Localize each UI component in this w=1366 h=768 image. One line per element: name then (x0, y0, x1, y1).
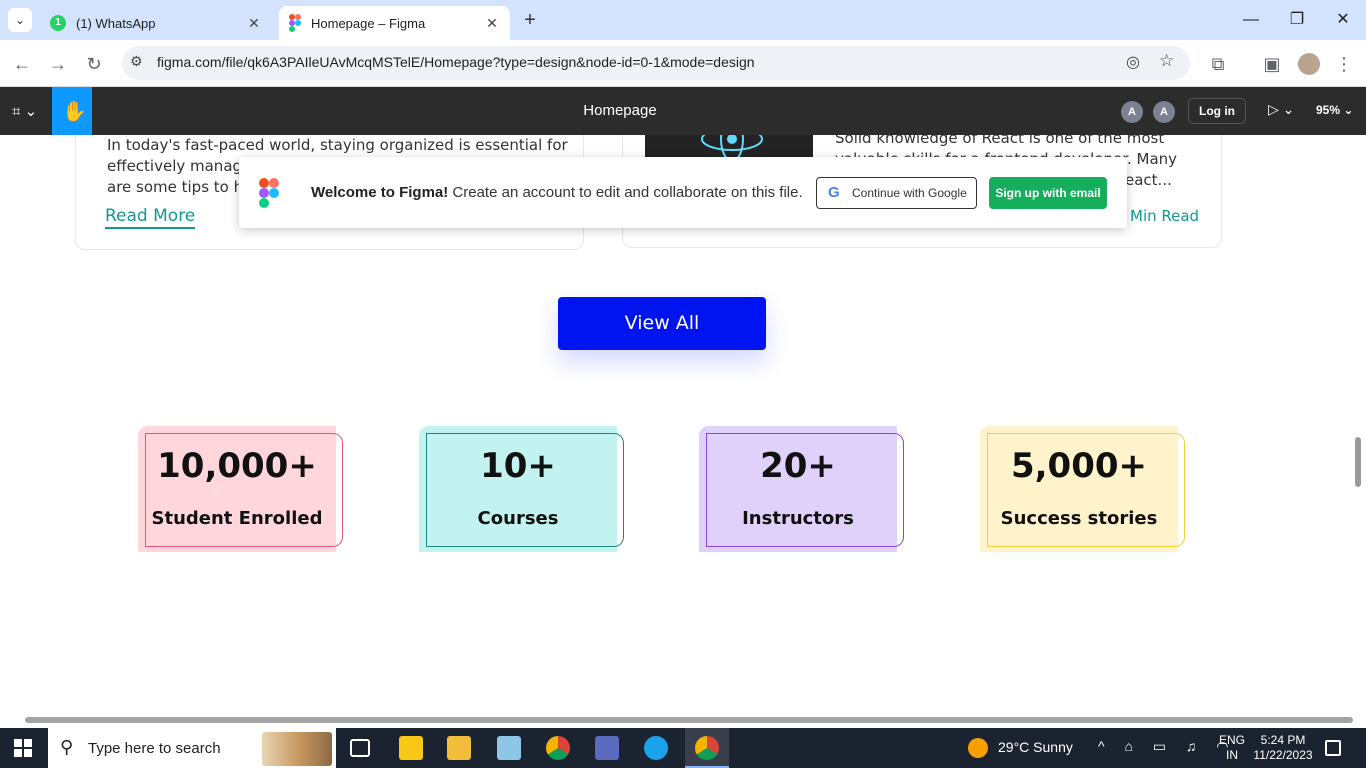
view-all-button[interactable]: View All (558, 297, 766, 350)
sign-up-email-button[interactable]: Sign up with email (989, 177, 1107, 209)
tab-whatsapp[interactable]: 1 (1) WhatsApp ✕ (40, 6, 272, 40)
figma-icon (289, 14, 301, 32)
notepad-icon[interactable] (497, 736, 521, 760)
search-icon: ⚲ (60, 737, 74, 757)
avatar[interactable]: A (1153, 101, 1175, 123)
stat-number: 10+ (480, 446, 556, 486)
reload-icon[interactable]: ↻ (80, 50, 108, 78)
windows-taskbar: ⚲ Type here to search 29°C Sunny ^ ⌂ ▭ ♫… (0, 728, 1366, 768)
avatar[interactable]: A (1121, 101, 1143, 123)
restore-icon[interactable]: ❐ (1274, 0, 1320, 40)
present-play-icon[interactable]: ▷ ⌄ (1268, 101, 1294, 118)
address-bar[interactable]: ⚙ figma.com/file/qk6A3PAIleUAvMcqMSTelE/… (122, 46, 1190, 80)
bookmark-star-icon[interactable]: ☆ (1159, 51, 1174, 71)
system-tray-icons[interactable]: ^ ⌂ ▭ ♫ ◠ (1098, 738, 1237, 755)
close-tab-icon[interactable]: ✕ (244, 13, 264, 33)
welcome-text: Create an account to edit and collaborat… (452, 184, 803, 201)
chrome-icon[interactable] (546, 736, 570, 760)
windows-start-icon[interactable] (14, 739, 32, 762)
region: IN (1226, 748, 1238, 762)
tab-label: Homepage – Figma (311, 15, 426, 31)
stat-label: Student Enrolled (151, 508, 323, 529)
weather-sun-icon[interactable] (968, 738, 988, 758)
figma-toolbar: ⌗ ⌄ ✋ Homepage A A Log in ▷ ⌄ 95% ⌄ (0, 87, 1366, 135)
min-read-label: Min Read (1130, 207, 1200, 225)
react-logo-image (645, 135, 813, 162)
tab-search-chevron-icon[interactable]: ⌄ (8, 8, 32, 32)
eye-off-icon[interactable]: ◎ (1126, 52, 1140, 72)
menu-kebab-icon[interactable]: ⋮ (1330, 50, 1358, 78)
text-line: In today's fast-paced world, staying org… (107, 136, 568, 154)
taskbar-search[interactable]: ⚲ Type here to search (48, 728, 336, 768)
vertical-scrollbar[interactable] (1344, 135, 1366, 717)
app-icon[interactable] (595, 736, 619, 760)
side-panel-icon[interactable]: ▣ (1258, 50, 1286, 78)
whatsapp-icon: 1 (50, 15, 66, 31)
file-explorer-icon[interactable] (447, 736, 471, 760)
close-tab-icon[interactable]: ✕ (482, 13, 502, 33)
stat-number: 10,000+ (157, 446, 317, 486)
time: 5:24 PM (1260, 733, 1306, 747)
clock[interactable]: 5:24 PM 11/22/2023 (1251, 733, 1315, 763)
edge-icon[interactable] (644, 736, 668, 760)
stat-number: 5,000+ (1010, 446, 1148, 486)
stat-label: Instructors (742, 508, 854, 529)
new-tab-icon[interactable]: + (518, 8, 542, 32)
close-window-icon[interactable]: ✕ (1320, 0, 1366, 40)
active-chrome-taskbar-button[interactable] (685, 728, 729, 768)
stat-card: 20+ Instructors (699, 426, 904, 552)
stat-card: 5,000+ Success stories (980, 426, 1185, 552)
tab-label: (1) WhatsApp (76, 15, 156, 31)
scroll-thumb[interactable] (1355, 437, 1361, 487)
google-icon: G (828, 184, 840, 201)
lang: ENG (1219, 733, 1246, 747)
chrome-icon (695, 736, 719, 760)
back-icon[interactable]: ← (8, 50, 36, 78)
forward-icon[interactable]: → (44, 50, 72, 78)
welcome-banner: Welcome to Figma! Create an account to e… (239, 157, 1127, 228)
notifications-icon[interactable] (1325, 740, 1341, 756)
site-settings-icon[interactable]: ⚙ (130, 53, 143, 70)
welcome-title: Welcome to Figma! (311, 184, 449, 201)
language-indicator[interactable]: ENG IN (1219, 733, 1245, 763)
text-line: Solid knowledge of React is one of the m… (835, 135, 1165, 147)
figma-logo-icon (259, 178, 279, 213)
extensions-icon[interactable]: ⧉ (1204, 50, 1232, 78)
stat-number: 20+ (760, 446, 836, 486)
minimize-icon[interactable]: — (1228, 0, 1274, 40)
tab-figma-homepage[interactable]: Homepage – Figma ✕ (279, 6, 510, 40)
zoom-value: 95% (1316, 103, 1341, 117)
url-text: figma.com/file/qk6A3PAIleUAvMcqMSTelE/Ho… (157, 54, 755, 70)
stat-card: 10+ Courses (419, 426, 624, 552)
file-title: Homepage (583, 102, 657, 119)
weather-text[interactable]: 29°C Sunny (998, 739, 1073, 755)
google-button-label: Continue with Google (852, 186, 967, 200)
zoom-level[interactable]: 95% ⌄ (1316, 103, 1353, 117)
read-more-link[interactable]: Read More (105, 206, 196, 229)
continue-with-google-button[interactable]: G Continue with Google (816, 177, 977, 209)
profile-avatar[interactable] (1298, 53, 1320, 75)
stat-card: 10,000+ Student Enrolled (138, 426, 343, 552)
sticky-notes-icon[interactable] (399, 736, 423, 760)
welcome-message: Welcome to Figma! Create an account to e… (311, 184, 803, 201)
search-highlight-image (262, 732, 332, 766)
stat-label: Success stories (1000, 508, 1158, 529)
task-view-icon[interactable] (350, 739, 370, 757)
browser-toolbar: ← → ↻ ⚙ figma.com/file/qk6A3PAIleUAvMcqM… (0, 40, 1366, 87)
date: 11/22/2023 (1253, 748, 1313, 762)
stat-label: Courses (477, 508, 559, 529)
horizontal-scrollbar[interactable] (25, 717, 1353, 723)
login-button[interactable]: Log in (1188, 98, 1246, 124)
search-placeholder: Type here to search (88, 740, 221, 757)
browser-tab-bar: ⌄ 1 (1) WhatsApp ✕ Homepage – Figma ✕ + … (0, 0, 1366, 40)
